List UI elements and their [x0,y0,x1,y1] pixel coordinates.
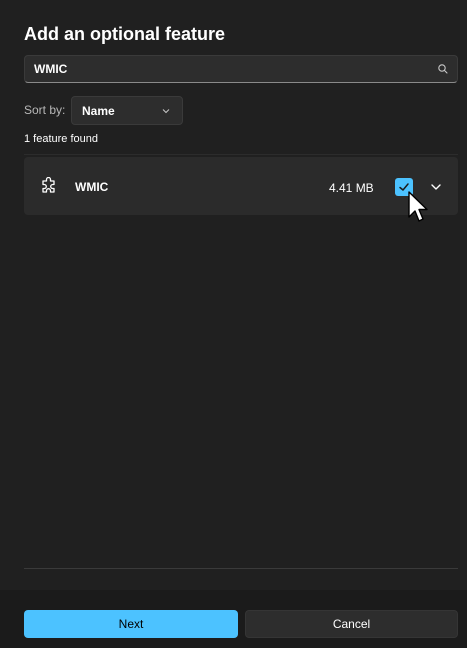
cancel-button[interactable]: Cancel [245,610,458,638]
feature-row-wmic[interactable]: WMIC 4.41 MB [24,157,458,215]
search-box[interactable] [24,55,458,83]
search-icon[interactable] [437,63,449,75]
dialog-title: Add an optional feature [24,24,226,44]
sort-selected-value: Name [82,104,115,118]
puzzle-icon [42,177,55,193]
sort-by-label: Sort by: [24,103,66,117]
feature-size: 4.41 MB [329,181,374,195]
chevron-down-icon[interactable] [430,182,442,192]
divider [24,568,458,569]
chevron-down-icon [162,109,170,114]
next-button[interactable]: Next [24,610,238,638]
search-input[interactable] [34,60,424,78]
mouse-cursor-icon [408,191,428,222]
sort-dropdown[interactable]: Name [71,96,183,125]
dialog-footer: Next Cancel [0,590,467,648]
feature-list: WMIC 4.41 MB [24,154,458,571]
add-optional-feature-dialog: Add an optional feature Sort by: Name 1 … [0,0,467,648]
results-count: 1 feature found [24,133,99,145]
feature-name: WMIC [75,180,109,194]
